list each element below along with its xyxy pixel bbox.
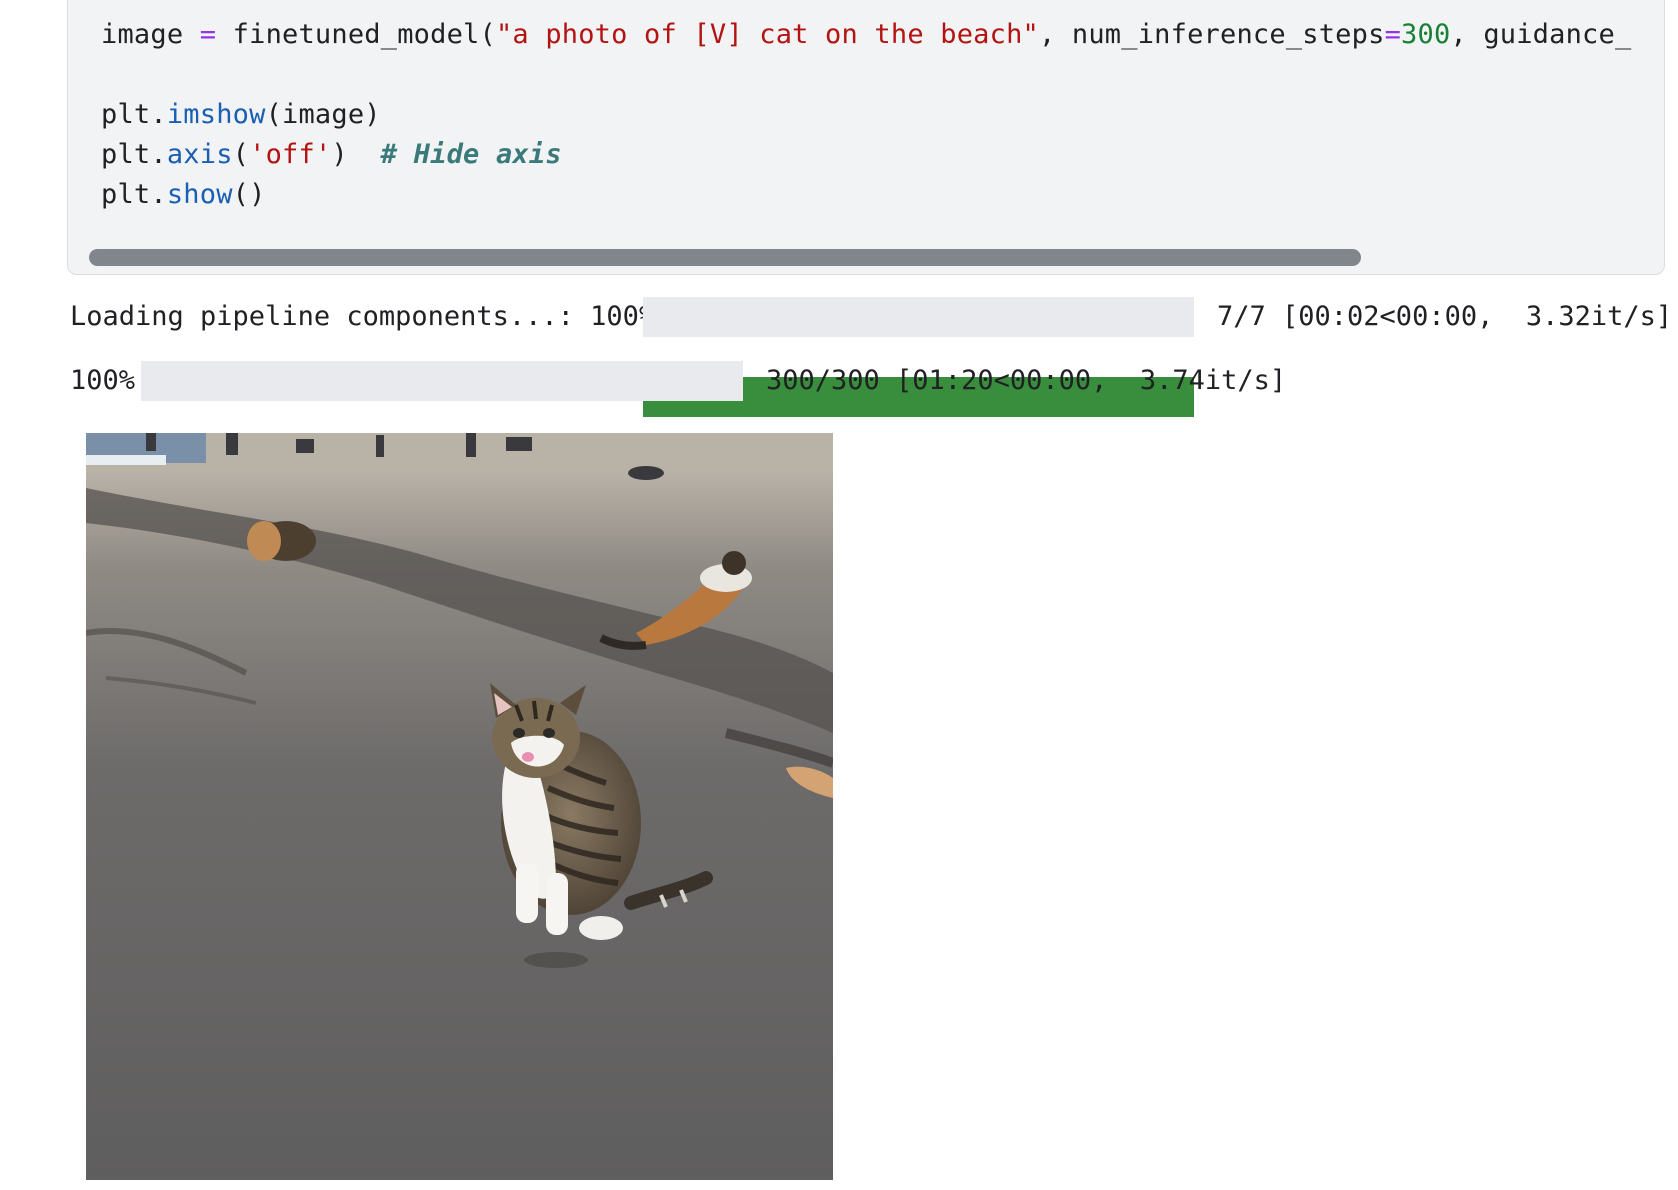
code-line: image = finetuned_model("a photo of [V] … (101, 19, 1631, 51)
progress-stats: 7/7 [00:02<00:00, 3.32it/s] (1217, 301, 1673, 332)
code-token: # Hide axis (380, 139, 562, 170)
code-line: plt.show() (101, 179, 266, 211)
scrollbar-thumb[interactable] (89, 249, 1361, 266)
code-token: show (166, 179, 233, 210)
code-token: plt. (101, 99, 167, 130)
progress-bar (141, 361, 743, 481)
code-line: plt.axis('off') # Hide axis (101, 139, 562, 171)
code-token: = (199, 19, 217, 50)
code-token: plt. (101, 139, 167, 170)
code-cell[interactable]: image = finetuned_model("a photo of [V] … (67, 0, 1665, 275)
code-line: plt.imshow(image) (101, 99, 381, 131)
progress-label: 100% (70, 365, 136, 396)
generated-cat-on-beach-image (86, 433, 833, 1180)
code-token: 'off' (249, 139, 332, 170)
code-token: imshow (166, 99, 266, 130)
code-token: finetuned_model( (216, 19, 496, 50)
code-token: = (1384, 19, 1402, 50)
horizontal-scrollbar[interactable] (89, 249, 1659, 267)
code-token: ) (331, 139, 381, 170)
code-token: axis (166, 139, 233, 170)
code-token: , num_inference_steps (1038, 19, 1385, 50)
code-token: image (101, 19, 200, 50)
progress-stats: 300/300 [01:20<00:00, 3.74it/s] (766, 365, 1287, 396)
progress-bar (643, 297, 1194, 417)
code-token: 300 (1401, 19, 1451, 50)
code-token: plt. (101, 179, 167, 210)
code-token: ( (232, 139, 250, 170)
code-token: () (232, 179, 266, 210)
code-token: (image) (265, 99, 381, 130)
code-token: , guidance_ (1450, 19, 1632, 50)
progress-label: Loading pipeline components...: 100% (70, 301, 656, 332)
code-token: "a photo of [V] cat on the beach" (495, 19, 1039, 50)
